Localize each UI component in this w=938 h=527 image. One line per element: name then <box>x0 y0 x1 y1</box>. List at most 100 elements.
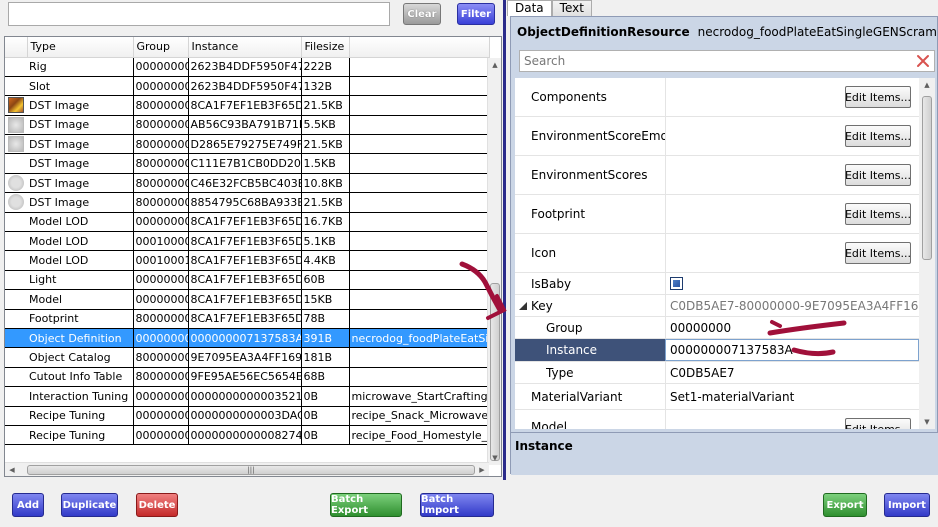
object-name: necrodog_foodPlateEatSingleGENScrambledE… <box>697 25 938 39</box>
table-row[interactable]: DST Image 80000000 AB56C93BA791B71F 5.5KB <box>5 115 490 136</box>
table-row[interactable]: Model LOD 00010001 8CA1F7EF1EB3F65D 4.4KB <box>5 250 490 271</box>
cell-group: 80000000 <box>133 192 189 213</box>
property-value-input[interactable]: 00000000 <box>665 317 919 338</box>
scroll-thumb-horizontal[interactable]: ||| <box>27 465 475 475</box>
table-row[interactable]: Footprint 80000000 8CA1F7EF1EB3F65D 78B <box>5 309 490 329</box>
table-row[interactable]: Model LOD 00000000 8CA1F7EF1EB3F65D 16.7KB <box>5 212 490 233</box>
property-search-input[interactable] <box>520 51 900 71</box>
property-value-input[interactable]: 000000007137583A <box>665 339 919 361</box>
resource-grid: Type Group Instance Filesize Rig 00000000… <box>4 36 502 477</box>
cell-filesize: 16.7KB <box>301 212 350 233</box>
table-row[interactable]: Object Definition 00000000 000000007137583… <box>5 328 490 349</box>
cell-instance: 8CA1F7EF1EB3F65D <box>188 231 302 252</box>
property-name: EnvironmentScores <box>531 168 648 182</box>
row-thumbnail-cell <box>5 76 27 97</box>
property-row-footprint[interactable]: Footprint Edit Items... <box>515 195 919 234</box>
property-row-instance[interactable]: Instance 000000007137583A <box>515 339 919 362</box>
property-row-model[interactable]: Model Edit Items... <box>515 410 919 429</box>
property-row-environment-scores[interactable]: EnvironmentScores Edit Items... <box>515 156 919 195</box>
image-thumbnail-icon <box>8 97 24 114</box>
scroll-left-icon[interactable]: ◀ <box>5 463 19 476</box>
tab-data[interactable]: Data <box>507 0 552 16</box>
scroll-down-icon[interactable]: ▼ <box>919 415 935 429</box>
table-row[interactable]: Interaction Tuning 00000000 00000000000035… <box>5 386 490 407</box>
panel-splitter[interactable] <box>503 0 506 480</box>
property-value: Edit Items... <box>665 117 919 155</box>
table-row[interactable]: Recipe Tuning 00000000 0000000000008274 0B r… <box>5 425 490 446</box>
filter-button[interactable]: Filter <box>457 3 495 25</box>
property-vertical-scrollbar[interactable]: ▲ ▼ <box>919 78 935 429</box>
scroll-up-icon[interactable]: ▲ <box>488 58 501 72</box>
resource-filter-input[interactable] <box>8 2 390 26</box>
edit-items-button[interactable]: Edit Items... <box>845 86 911 108</box>
cell-name: recipe_Snack_MicrowaveP <box>349 406 490 426</box>
cell-name: microwave_StartCrafting <box>349 386 490 407</box>
cell-filesize: 21.5KB <box>301 134 350 155</box>
column-header-group[interactable]: Group <box>133 37 189 58</box>
table-row[interactable]: Rig 00000000 2623B4DDF5950F47 222B <box>5 57 490 77</box>
table-row[interactable]: DST Image 80000000 C111E7B1CB0DD205 1.5KB <box>5 153 490 174</box>
column-header-name[interactable] <box>349 37 490 58</box>
scroll-thumb[interactable] <box>490 283 500 461</box>
is-baby-checkbox[interactable] <box>670 277 683 290</box>
property-row-type[interactable]: Type C0DB5AE7 <box>515 362 919 384</box>
edit-items-button[interactable]: Edit Items... <box>845 418 911 429</box>
property-row-environment-score-emotion[interactable]: EnvironmentScoreEmo... Edit Items... <box>515 117 919 156</box>
table-row[interactable]: Slot 00000000 2623B4DDF5950F47 132B <box>5 76 490 97</box>
table-row[interactable]: DST Image 80000000 8854795C68BA933B 21.5KB <box>5 192 490 213</box>
delete-button[interactable]: Delete <box>136 493 178 517</box>
batch-import-button[interactable]: Batch Import <box>420 493 494 517</box>
table-row[interactable]: Object Catalog 80000000 9E7095EA3A4FF169 18… <box>5 347 490 368</box>
cell-name <box>349 309 490 329</box>
cell-filesize: 10.8KB <box>301 173 350 194</box>
table-row[interactable]: Model LOD 00010000 8CA1F7EF1EB3F65D 5.1KB <box>5 231 490 252</box>
edit-items-button[interactable]: Edit Items... <box>845 164 911 186</box>
edit-items-button[interactable]: Edit Items... <box>845 203 911 225</box>
table-row[interactable]: DST Image 80000000 8CA1F7EF1EB3F65D 21.5KB <box>5 95 490 116</box>
scroll-up-icon[interactable]: ▲ <box>919 78 935 92</box>
property-row-group[interactable]: Group 00000000 <box>515 317 919 339</box>
cell-type: DST Image <box>27 95 134 116</box>
scroll-right-icon[interactable]: ▶ <box>475 463 489 476</box>
table-row[interactable]: Light 00000000 8CA1F7EF1EB3F65D 60B <box>5 270 490 291</box>
export-button[interactable]: Export <box>823 493 867 517</box>
table-row[interactable]: Recipe Tuning 00000000 0000000000003DAC 0B r… <box>5 406 490 426</box>
column-header-instance[interactable]: Instance <box>188 37 302 58</box>
collapse-arrow-icon[interactable] <box>519 301 527 310</box>
table-row[interactable]: DST Image 80000000 D2865E79275E749F 21.5KB <box>5 134 490 155</box>
scroll-down-icon[interactable]: ▼ <box>488 451 501 465</box>
property-row-key[interactable]: Key C0DB5AE7-80000000-9E7095EA3A4FF169 <box>515 295 919 317</box>
table-row[interactable]: DST Image 80000000 C46E32FCB5BC403B 10.8KB <box>5 173 490 194</box>
clear-button[interactable]: Clear <box>403 3 441 25</box>
property-grid-panel: ObjectDefinitionResource necrodog_foodPl… <box>510 16 938 475</box>
grid-body: Rig 00000000 2623B4DDF5950F47 222B Slot 00000… <box>5 57 490 446</box>
column-header-icon[interactable] <box>5 37 28 58</box>
edit-items-button[interactable]: Edit Items... <box>845 125 911 147</box>
column-header-type[interactable]: Type <box>27 37 134 58</box>
duplicate-button[interactable]: Duplicate <box>61 493 118 517</box>
property-value-input[interactable]: Set1-materialVariant <box>665 384 919 409</box>
grid-horizontal-scrollbar[interactable]: ◀ ||| ▶ <box>5 462 489 476</box>
table-row[interactable]: Cutout Info Table 80000000 9FE95AE56EC5654… <box>5 367 490 388</box>
cell-filesize: 132B <box>301 76 350 97</box>
cell-filesize: 0B <box>301 386 350 407</box>
tab-text[interactable]: Text <box>551 0 592 16</box>
property-row-is-baby[interactable]: IsBaby <box>515 273 919 295</box>
property-row-material-variant[interactable]: MaterialVariant Set1-materialVariant <box>515 384 919 410</box>
edit-items-button[interactable]: Edit Items... <box>845 242 911 264</box>
batch-export-button[interactable]: Batch Export <box>330 493 402 517</box>
property-row-components[interactable]: Components Edit Items... <box>515 78 919 117</box>
property-name: Key <box>531 298 553 313</box>
cell-type: Model <box>27 289 134 310</box>
column-header-filesize[interactable]: Filesize <box>301 37 350 58</box>
property-value-input[interactable]: C0DB5AE7 <box>665 362 919 383</box>
scroll-thumb[interactable] <box>922 96 932 260</box>
cell-instance: 0000000000003DAC <box>188 406 302 426</box>
clear-search-icon[interactable] <box>915 53 931 69</box>
grid-vertical-scrollbar[interactable]: ▲ ▼ <box>487 58 501 465</box>
table-row[interactable]: Model 00000000 8CA1F7EF1EB3F65D 15KB <box>5 289 490 310</box>
add-button[interactable]: Add <box>12 493 44 517</box>
property-row-icon[interactable]: Icon Edit Items... <box>515 234 919 273</box>
cell-type: Footprint <box>27 309 134 329</box>
import-button[interactable]: Import <box>884 493 930 517</box>
